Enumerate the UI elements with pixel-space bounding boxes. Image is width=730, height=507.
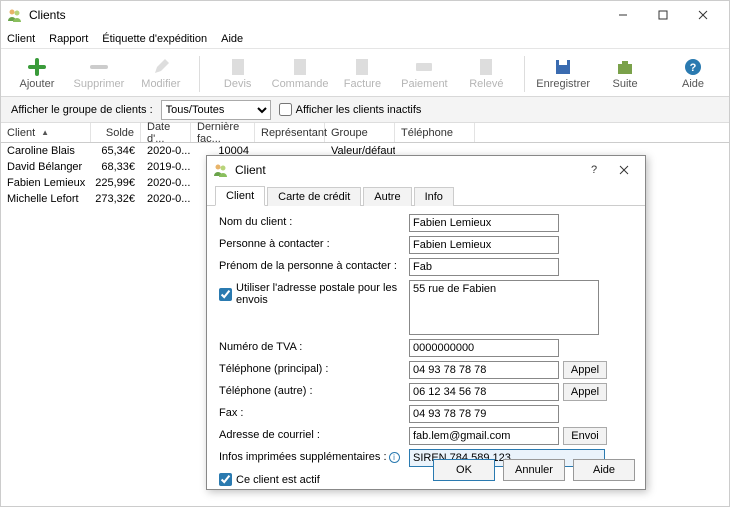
close-button[interactable] — [683, 4, 723, 26]
client-dialog: Client ? Client Carte de crédit Autre In… — [206, 155, 646, 490]
col-groupe[interactable]: Groupe — [325, 123, 395, 142]
tel1-input[interactable] — [409, 361, 559, 379]
clients-icon — [7, 7, 23, 23]
aide-button[interactable]: ?Aide — [665, 52, 721, 96]
help-icon: ? — [683, 57, 703, 77]
suite-button[interactable]: Suite — [597, 52, 653, 96]
tva-input[interactable] — [409, 339, 559, 357]
paiement-button[interactable]: Paiement — [396, 52, 452, 96]
tab-cc[interactable]: Carte de crédit — [267, 187, 361, 206]
label-prenom: Prénom de la personne à contacter : — [219, 258, 409, 272]
grid-header: Client▲ Solde Date d'... Dernière fac...… — [1, 123, 729, 143]
col-derniere[interactable]: Dernière fac... — [191, 123, 255, 142]
inactive-checkbox-label[interactable]: Afficher les clients inactifs — [279, 103, 422, 116]
menu-client[interactable]: Client — [7, 33, 35, 45]
window-title: Clients — [29, 8, 603, 22]
menu-rapport[interactable]: Rapport — [49, 33, 88, 45]
fax-input[interactable] — [409, 405, 559, 423]
document-icon — [290, 57, 310, 77]
prenom-input[interactable] — [409, 258, 559, 276]
mail-input[interactable] — [409, 427, 559, 445]
filter-bar: Afficher le groupe de clients : Tous/Tou… — [1, 97, 729, 123]
tab-client[interactable]: Client — [215, 186, 265, 206]
label-mail: Adresse de courriel : — [219, 427, 409, 441]
contact-input[interactable] — [409, 236, 559, 254]
briefcase-icon — [615, 57, 635, 77]
sort-asc-icon: ▲ — [41, 128, 49, 137]
label-tva: Numéro de TVA : — [219, 339, 409, 353]
dialog-close-button[interactable] — [609, 159, 639, 181]
maximize-button[interactable] — [643, 4, 683, 26]
aide-button[interactable]: Aide — [573, 459, 635, 481]
menubar: Client Rapport Étiquette d'expédition Ai… — [1, 29, 729, 49]
releve-button[interactable]: Relevé — [458, 52, 514, 96]
ok-button[interactable]: OK — [433, 459, 495, 481]
minus-icon — [89, 57, 109, 77]
postal-checkbox[interactable] — [219, 288, 232, 301]
dialog-title: Client — [235, 163, 579, 177]
label-extra: Infos imprimées supplémentaires :i — [219, 449, 409, 463]
col-solde[interactable]: Solde — [91, 123, 141, 142]
menu-etiquette[interactable]: Étiquette d'expédition — [102, 33, 207, 45]
document-icon — [352, 57, 372, 77]
label-nom: Nom du client : — [219, 214, 409, 228]
col-rep[interactable]: Représentant — [255, 123, 325, 142]
group-filter-select[interactable]: Tous/Toutes — [161, 100, 271, 120]
modifier-button[interactable]: Modifier — [133, 52, 189, 96]
label-contact: Personne à contacter : — [219, 236, 409, 250]
toolbar: Ajouter Supprimer Modifier Devis Command… — [1, 49, 729, 97]
save-icon — [553, 57, 573, 77]
nom-input[interactable] — [409, 214, 559, 232]
tab-autre[interactable]: Autre — [363, 187, 411, 206]
tab-info[interactable]: Info — [414, 187, 454, 206]
annuler-button[interactable]: Annuler — [503, 459, 565, 481]
pencil-icon — [151, 57, 171, 77]
tel2-input[interactable] — [409, 383, 559, 401]
dialog-help-button[interactable]: ? — [579, 159, 609, 181]
actif-checkbox[interactable] — [219, 473, 232, 486]
label-tel1: Téléphone (principal) : — [219, 361, 409, 375]
dialog-tabs: Client Carte de crédit Autre Info — [207, 184, 645, 206]
filter-label: Afficher le groupe de clients : — [11, 104, 153, 116]
appel2-button[interactable]: Appel — [563, 383, 607, 401]
commande-button[interactable]: Commande — [272, 52, 329, 96]
facture-button[interactable]: Facture — [334, 52, 390, 96]
dialog-titlebar: Client ? — [207, 156, 645, 184]
col-tel[interactable]: Téléphone — [395, 123, 475, 142]
document-icon — [228, 57, 248, 77]
label-tel2: Téléphone (autre) : — [219, 383, 409, 397]
dialog-buttons: OK Annuler Aide — [433, 459, 635, 481]
client-form: Nom du client : Personne à contacter : P… — [207, 206, 645, 494]
envoi-button[interactable]: Envoi — [563, 427, 607, 445]
actif-checkbox-label[interactable]: Ce client est actif — [219, 471, 409, 486]
col-date[interactable]: Date d'... — [141, 123, 191, 142]
main-titlebar: Clients — [1, 1, 729, 29]
adresse-textarea[interactable]: 55 rue de Fabien — [409, 280, 599, 335]
minimize-button[interactable] — [603, 4, 643, 26]
plus-icon — [27, 57, 47, 77]
money-icon — [414, 57, 434, 77]
clients-icon — [213, 162, 229, 178]
enregistrer-button[interactable]: Enregistrer — [535, 52, 591, 96]
label-fax: Fax : — [219, 405, 409, 419]
devis-button[interactable]: Devis — [210, 52, 266, 96]
ajouter-button[interactable]: Ajouter — [9, 52, 65, 96]
supprimer-button[interactable]: Supprimer — [71, 52, 127, 96]
col-client[interactable]: Client▲ — [1, 123, 91, 142]
info-icon[interactable]: i — [389, 452, 400, 463]
inactive-checkbox[interactable] — [279, 103, 292, 116]
svg-text:?: ? — [690, 62, 697, 74]
menu-aide[interactable]: Aide — [221, 33, 243, 45]
postal-checkbox-label[interactable]: Utiliser l'adresse postale pour les envo… — [219, 280, 409, 306]
list-icon — [476, 57, 496, 77]
appel1-button[interactable]: Appel — [563, 361, 607, 379]
